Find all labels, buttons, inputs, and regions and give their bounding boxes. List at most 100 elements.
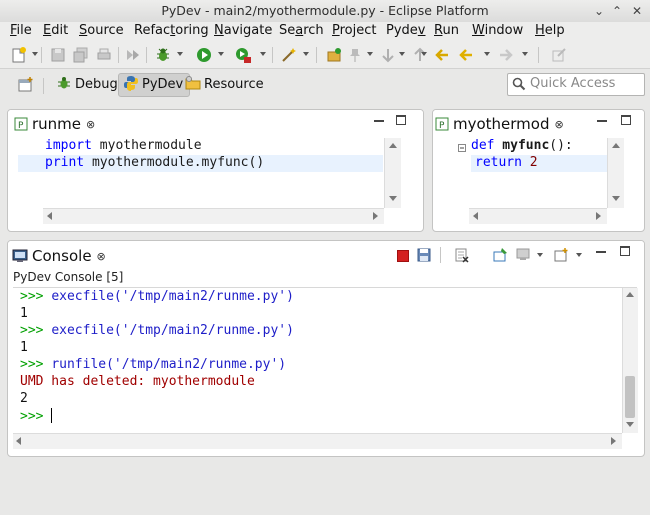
- scroll-right-icon[interactable]: [611, 437, 616, 445]
- code-line-2-current[interactable]: print myothermodule.myfunc(): [18, 155, 383, 172]
- perspective-debug-button[interactable]: Debug: [52, 74, 124, 96]
- console-tabbar: Console ⊗: [8, 241, 644, 269]
- menu-navigate[interactable]: Navigate: [214, 23, 272, 38]
- scroll-left-icon[interactable]: [16, 437, 21, 445]
- next-annotation-dropdown-arrow[interactable]: [399, 52, 405, 56]
- run-icon[interactable]: [195, 46, 213, 64]
- console-input-line[interactable]: >>>: [20, 408, 53, 424]
- debug-dropdown-arrow[interactable]: [177, 52, 183, 56]
- clear-console-icon[interactable]: [454, 247, 470, 263]
- menu-search[interactable]: Search: [279, 23, 324, 38]
- scroll-down-icon[interactable]: [612, 196, 620, 201]
- pin-icon[interactable]: [346, 46, 364, 64]
- quick-access-field[interactable]: Quick Access: [507, 73, 645, 96]
- run-dropdown-arrow[interactable]: [218, 52, 224, 56]
- search-dropdown-arrow[interactable]: [303, 52, 309, 56]
- close-tab-icon[interactable]: ⊗: [97, 250, 106, 263]
- forward-icon[interactable]: [497, 46, 515, 64]
- minimize-panel-icon[interactable]: [596, 248, 606, 253]
- open-perspective-button-icon[interactable]: [17, 76, 35, 94]
- last-edit-location-icon[interactable]: [433, 46, 451, 64]
- menu-project[interactable]: Project: [332, 23, 377, 38]
- scroll-left-icon[interactable]: [47, 212, 52, 220]
- close-window-button[interactable]: ✕: [630, 4, 644, 18]
- scrollbar-thumb[interactable]: [625, 376, 635, 418]
- new-dropdown-arrow[interactable]: [32, 52, 38, 56]
- new-file-icon[interactable]: [10, 46, 28, 64]
- editor-vertical-scrollbar[interactable]: [384, 138, 401, 208]
- menu-run[interactable]: Run: [434, 23, 459, 38]
- maximize-panel-icon[interactable]: [620, 246, 630, 256]
- back-icon[interactable]: [457, 46, 475, 64]
- code-line-1[interactable]: def myfunc():: [471, 138, 621, 153]
- scroll-right-icon[interactable]: [373, 212, 378, 220]
- debug-bug-icon[interactable]: [154, 46, 172, 64]
- scroll-down-icon[interactable]: [626, 422, 634, 427]
- editor-tabbar: Pmyothermod ⊗: [433, 110, 644, 136]
- save-console-icon[interactable]: [416, 247, 432, 263]
- console-vertical-scrollbar[interactable]: [622, 288, 638, 433]
- code-line-1[interactable]: import myothermodule: [18, 138, 383, 153]
- maximize-panel-icon[interactable]: [621, 115, 631, 125]
- minimize-panel-icon[interactable]: [597, 117, 607, 122]
- previous-annotation-dropdown-arrow[interactable]: [421, 52, 427, 56]
- console-output[interactable]: >>> execfile('/tmp/main2/runme.py') 1 >>…: [8, 288, 622, 434]
- display-selected-console-icon[interactable]: [515, 247, 531, 263]
- save-icon[interactable]: [49, 46, 67, 64]
- menu-refactoring[interactable]: Refactoring: [134, 23, 209, 38]
- terminate-icon[interactable]: [397, 250, 409, 262]
- perspective-pydev-button[interactable]: PyDev: [118, 73, 191, 97]
- fold-collapse-icon[interactable]: [458, 141, 466, 152]
- display-console-dropdown-arrow[interactable]: [537, 253, 543, 257]
- editor-vertical-scrollbar[interactable]: [607, 138, 624, 208]
- menu-file[interactable]: File: [10, 23, 32, 38]
- main-toolbar: [0, 42, 650, 69]
- editor-horizontal-scrollbar[interactable]: [469, 208, 607, 224]
- open-console-dropdown-arrow[interactable]: [576, 253, 582, 257]
- pin-dropdown-arrow[interactable]: [367, 52, 373, 56]
- scroll-right-icon[interactable]: [596, 212, 601, 220]
- menu-pydev[interactable]: Pydev: [386, 23, 426, 38]
- forward-dropdown-arrow[interactable]: [522, 52, 528, 56]
- scroll-up-icon[interactable]: [626, 292, 634, 297]
- menu-source[interactable]: Source: [79, 23, 124, 38]
- scroll-left-icon[interactable]: [473, 212, 478, 220]
- editor-horizontal-scrollbar[interactable]: [43, 208, 384, 224]
- tab-myothermodule[interactable]: Pmyothermod ⊗: [435, 112, 564, 136]
- maximize-panel-icon[interactable]: [396, 115, 406, 125]
- maximize-window-button[interactable]: ⌃: [610, 4, 624, 18]
- tab-runme[interactable]: Prunme ⊗: [14, 112, 95, 136]
- toggle-breakpoint-icon[interactable]: [124, 46, 142, 64]
- console-horizontal-scrollbar[interactable]: [13, 433, 622, 449]
- minimize-panel-icon[interactable]: [374, 117, 384, 122]
- menu-edit[interactable]: Edit: [43, 23, 68, 38]
- tab-console[interactable]: Console ⊗: [12, 244, 106, 268]
- toolbar-separator: [43, 78, 44, 94]
- close-tab-icon[interactable]: ⊗: [555, 118, 564, 131]
- pin-console-icon[interactable]: [492, 247, 508, 263]
- perspective-resource-button[interactable]: Resource: [181, 74, 270, 96]
- search-wand-icon[interactable]: [280, 46, 298, 64]
- minimize-window-button[interactable]: ⌄: [592, 4, 606, 18]
- open-perspective-icon[interactable]: [326, 46, 344, 64]
- edit-icon[interactable]: [550, 46, 568, 64]
- next-annotation-icon[interactable]: [379, 46, 397, 64]
- external-tool-dropdown-arrow[interactable]: [260, 52, 266, 56]
- print-icon[interactable]: [95, 46, 113, 64]
- console-monitor-icon: [12, 246, 28, 262]
- scroll-down-icon[interactable]: [389, 196, 397, 201]
- editor-tabbar: Prunme ⊗: [8, 110, 423, 136]
- save-all-icon[interactable]: [72, 46, 90, 64]
- back-dropdown-arrow[interactable]: [484, 52, 490, 56]
- close-tab-icon[interactable]: ⊗: [86, 118, 95, 131]
- menu-help[interactable]: Help: [535, 23, 565, 38]
- code-line-2-current[interactable]: return 2: [471, 155, 607, 172]
- window-title: PyDev - main2/myothermodule.py - Eclipse…: [161, 3, 489, 18]
- status-bar: [0, 462, 650, 515]
- scroll-up-icon[interactable]: [612, 143, 620, 148]
- scroll-up-icon[interactable]: [389, 143, 397, 148]
- menu-window[interactable]: Window: [472, 23, 523, 38]
- run-external-tool-icon[interactable]: [234, 46, 252, 64]
- open-console-icon[interactable]: [553, 247, 569, 263]
- svg-text:P: P: [439, 121, 445, 131]
